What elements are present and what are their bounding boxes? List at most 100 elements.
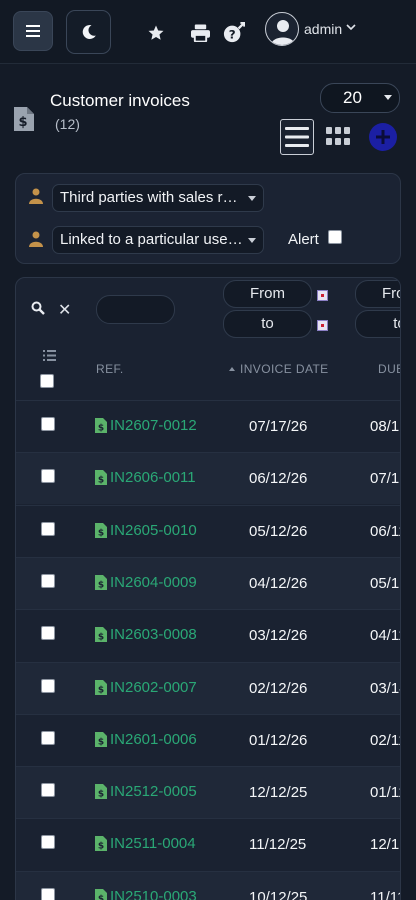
close-icon[interactable]: ✕: [58, 300, 71, 320]
column-header-ref[interactable]: REF.: [96, 362, 124, 376]
invoice-date: 03/12/26: [249, 627, 308, 645]
table-row[interactable]: $ IN2606-0011 06/12/26 07/12/26: [16, 452, 400, 505]
invoice-date-to-input[interactable]: to: [223, 310, 312, 338]
svg-text:?: ?: [229, 28, 236, 42]
new-invoice-button[interactable]: [369, 123, 397, 151]
page-title: Customer invoices: [50, 91, 190, 110]
page-size-value: 20: [343, 88, 362, 107]
table-row[interactable]: $ IN2511-0004 11/12/25 12/12/25: [16, 818, 400, 870]
due-date-to-input[interactable]: to: [355, 310, 400, 338]
svg-text:$: $: [98, 685, 104, 695]
page-size-select[interactable]: 20: [320, 83, 400, 113]
invoice-ref-link[interactable]: $ IN2602-0007: [95, 679, 197, 696]
column-header-invoice-date[interactable]: INVOICE DATE: [229, 362, 329, 376]
invoice-ref-link[interactable]: $ IN2511-0004: [95, 835, 196, 852]
record-count: (12): [55, 116, 80, 132]
invoice-ref-link[interactable]: $ IN2510-0003: [95, 888, 197, 900]
help-button[interactable]: ?: [223, 22, 245, 44]
chevron-down-icon[interactable]: [346, 24, 356, 31]
invoice-ref: IN2510-0003: [110, 887, 197, 900]
list-icon: [285, 127, 309, 147]
person-icon: [29, 188, 43, 204]
table-row[interactable]: $ IN2603-0008 03/12/26 04/11/26: [16, 609, 400, 661]
table-row[interactable]: $ IN2512-0005 12/12/25 01/11/26: [16, 766, 400, 819]
column-list-icon[interactable]: [43, 350, 56, 361]
svg-text:$: $: [18, 115, 27, 130]
invoice-date: 12/12/25: [249, 784, 308, 802]
due-date: 08/16/26: [370, 418, 400, 435]
person-icon: [29, 231, 43, 247]
table-row[interactable]: $ IN2601-0006 01/12/26 02/11/26: [16, 713, 400, 766]
due-date: 03/14/26: [370, 679, 400, 697]
table-row[interactable]: $ IN2510-0003 10/12/25 11/11/25: [16, 870, 400, 900]
svg-text:$: $: [98, 790, 104, 800]
bookmark-button[interactable]: [145, 22, 167, 44]
invoice-ref-link[interactable]: $ IN2601-0006: [95, 731, 197, 748]
row-checkbox[interactable]: [41, 521, 55, 536]
invoice-ref-link[interactable]: $ IN2607-0012: [95, 417, 197, 434]
calendar-icon[interactable]: [317, 290, 328, 301]
invoice-icon: $: [95, 836, 107, 852]
invoice-icon: $: [95, 784, 107, 800]
invoice-ref: IN2607-0012: [110, 417, 197, 434]
row-checkbox[interactable]: [41, 417, 55, 431]
invoice-ref-link[interactable]: $ IN2604-0009: [95, 574, 197, 591]
due-date-from-input[interactable]: From: [355, 280, 400, 308]
svg-text:$: $: [98, 424, 104, 434]
column-header-due-date[interactable]: DUE DATE: [378, 362, 400, 376]
invoice-ref-link[interactable]: $ IN2512-0005: [95, 783, 197, 800]
table-row[interactable]: $ IN2604-0009 04/12/26 05/12/26: [16, 556, 400, 609]
invoice-ref: IN2604-0009: [110, 573, 197, 591]
row-checkbox[interactable]: [41, 469, 55, 484]
invoice-ref-link[interactable]: $ IN2605-0010: [95, 522, 197, 539]
sales-rep-filter[interactable]: Third parties with sales r…: [52, 184, 264, 212]
invoice-date-from-input[interactable]: From: [223, 280, 312, 308]
linked-user-filter[interactable]: Linked to a particular use…: [52, 226, 264, 254]
due-date: 07/12/26: [370, 470, 400, 488]
table-row[interactable]: $ IN2607-0012 07/17/26 08/16/26: [16, 400, 400, 452]
star-icon: [148, 25, 164, 40]
invoice-ref: IN2606-0011: [110, 469, 196, 487]
due-date: 01/11/26: [370, 784, 400, 802]
invoice-date: 10/12/25: [249, 888, 308, 900]
help-icon: ?: [223, 22, 245, 43]
invoice-ref: IN2605-0010: [110, 521, 197, 539]
invoice-icon: $: [95, 888, 107, 900]
avatar[interactable]: [265, 12, 299, 46]
alert-checkbox[interactable]: [328, 230, 342, 244]
invoice-ref: IN2512-0005: [110, 783, 197, 801]
hamburger-icon: [26, 25, 40, 37]
theme-toggle-button[interactable]: [66, 10, 111, 54]
invoice-icon: $: [14, 107, 34, 131]
invoice-ref-link[interactable]: $ IN2606-0011: [95, 469, 196, 486]
filter-panel: Third parties with sales r… Linked to a …: [15, 173, 401, 264]
kanban-view-icon[interactable]: [326, 127, 350, 146]
due-date: 06/11/26: [370, 522, 400, 540]
row-checkbox[interactable]: [41, 783, 55, 798]
invoice-icon: $: [95, 522, 107, 538]
due-date: 02/11/26: [370, 731, 400, 749]
row-checkbox[interactable]: [41, 626, 55, 641]
svg-text:$: $: [98, 894, 104, 900]
table-row[interactable]: $ IN2605-0010 05/12/26 06/11/26: [16, 504, 400, 557]
table-row[interactable]: $ IN2602-0007 02/12/26 03/14/26: [16, 661, 400, 714]
row-checkbox[interactable]: [41, 730, 55, 745]
print-button[interactable]: [189, 22, 211, 44]
search-icon[interactable]: [31, 301, 45, 315]
row-checkbox[interactable]: [41, 835, 55, 850]
row-checkbox[interactable]: [41, 887, 55, 900]
row-checkbox[interactable]: [41, 678, 55, 693]
user-name[interactable]: admin: [304, 21, 342, 37]
invoice-date: 07/17/26: [249, 418, 308, 435]
row-checkbox[interactable]: [41, 573, 55, 588]
ref-search-input[interactable]: [96, 295, 175, 324]
calendar-icon[interactable]: [317, 320, 328, 331]
svg-text:$: $: [98, 580, 104, 590]
select-all-checkbox[interactable]: [40, 374, 54, 388]
menu-button[interactable]: [13, 11, 53, 51]
list-view-button[interactable]: [280, 119, 314, 155]
invoice-icon: $: [95, 470, 107, 486]
invoice-icon: $: [95, 574, 107, 590]
invoice-date: 01/12/26: [249, 731, 308, 749]
invoice-ref-link[interactable]: $ IN2603-0008: [95, 626, 197, 643]
